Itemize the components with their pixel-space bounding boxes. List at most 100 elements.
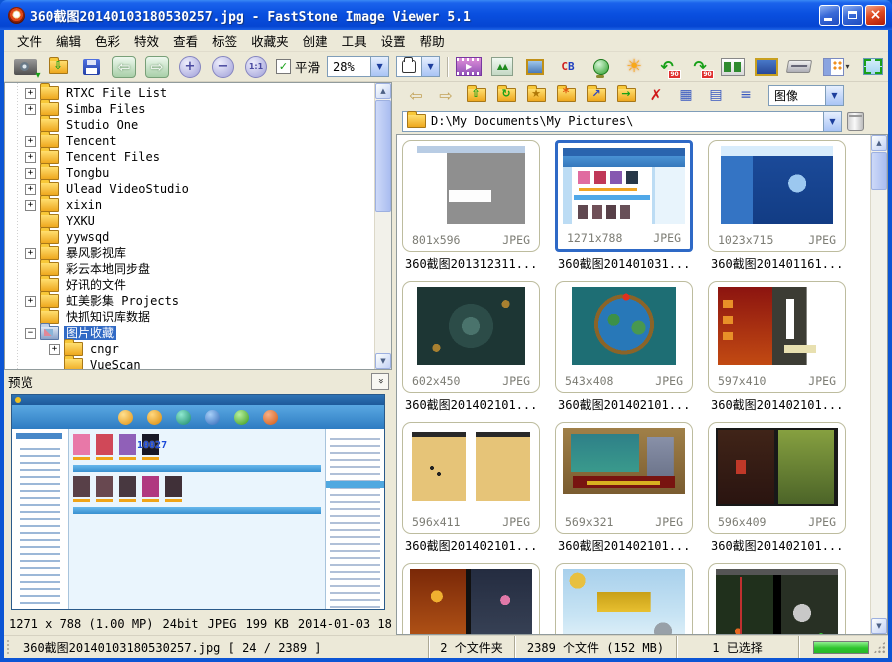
title-bar[interactable]: 360截图20140103180530257.jpg - FastStone I… [0,0,892,30]
thumbnail-caption[interactable]: 360截图201402101... [708,534,861,554]
folder-name[interactable]: 图片收藏 [64,326,116,340]
thumbnail[interactable]: 596x409 JPEG [708,422,846,534]
thumbnail-image[interactable] [716,428,838,506]
delete-button[interactable]: ✗ [644,84,668,106]
back-button[interactable]: ⇦ [404,84,428,106]
tree-item[interactable]: + cngr [5,341,374,357]
thumbnail-image[interactable] [563,148,685,224]
slideshow-button[interactable]: ▶ [456,55,482,79]
chevron-down-icon[interactable]: ▼ [825,86,843,105]
thumbnail-caption[interactable]: 360截图201312311... [402,252,555,272]
zoom-out-button[interactable]: − [210,55,236,79]
open-folder-button[interactable]: ⇩ [45,55,71,79]
actual-size-button[interactable]: 1:1 [243,55,269,79]
thumbnail[interactable] [555,563,693,634]
rotate-right-button[interactable]: ↷90 [687,55,713,79]
thumbnail-image[interactable] [417,146,525,224]
folder-name[interactable]: 暴风影视库 [64,246,128,260]
menu-item[interactable]: 文件 [10,30,49,52]
expand-toggle[interactable]: + [25,136,36,147]
menu-item[interactable]: 工具 [335,30,374,52]
folder-name[interactable]: 彩云本地同步盘 [64,262,152,276]
menu-item[interactable]: 创建 [296,30,335,52]
hand-tool-select[interactable]: ▼ [396,56,440,77]
menu-item[interactable]: 标签 [205,30,244,52]
folder-name[interactable]: YXKU [64,214,97,228]
zoom-in-button[interactable]: + [177,55,203,79]
zoom-level-select[interactable]: 28% ▼ [327,56,389,77]
thumbnail-image[interactable] [410,569,532,634]
thumbnail-image[interactable] [417,287,525,365]
expand-toggle[interactable]: + [49,344,60,355]
thumbnail-image[interactable] [410,428,532,506]
thumbnail[interactable]: 1271x788 JPEG [555,140,693,252]
tree-item[interactable]: + xixin [5,197,374,213]
tree-item[interactable]: + RTXC File List [5,85,374,101]
thumbnail[interactable]: 543x408 JPEG [555,281,693,393]
tree-item[interactable]: VueScan [5,357,374,370]
batch-convert-button[interactable]: CB [555,55,581,79]
folder-name[interactable]: 快抓知识库数据 [64,310,152,324]
file-filter-select[interactable]: 图像 ▼ [768,85,844,106]
recycle-bin-icon[interactable] [847,112,864,131]
thumbnail[interactable]: 602x450 JPEG [402,281,540,393]
scroll-up-icon[interactable]: ▲ [871,135,887,151]
tree-item[interactable]: + Tencent [5,133,374,149]
thumbnail[interactable] [402,563,540,634]
thumbnail-image[interactable] [563,428,685,494]
scrollbar-thumb[interactable] [871,152,887,190]
refresh-button[interactable]: ↻ [494,84,518,106]
smooth-checkbox[interactable]: ✓ 平滑 [276,55,320,79]
expand-toggle[interactable]: + [25,152,36,163]
thumbnail[interactable]: 596x411 JPEG [402,422,540,534]
scroll-down-icon[interactable]: ▼ [375,353,391,369]
thumbnail-image[interactable] [563,569,685,634]
folder-name[interactable]: Tencent Files [64,150,162,164]
scroll-up-icon[interactable]: ▲ [375,83,391,99]
thumbnail[interactable]: 569x321 JPEG [555,422,693,534]
thumbnail-image[interactable] [718,287,836,365]
folder-name[interactable]: Studio One [64,118,140,132]
expand-toggle[interactable]: + [25,88,36,99]
tree-item[interactable]: YXKU [5,213,374,229]
acquire-scanner-button[interactable] [786,55,812,79]
menu-item[interactable]: 色彩 [88,30,127,52]
menu-item[interactable]: 特效 [127,30,166,52]
thumbnail-caption[interactable]: 360截图201402101... [708,393,861,413]
tree-item[interactable]: + Ulead VideoStudio [5,181,374,197]
folder-name[interactable]: Tencent [64,134,119,148]
tree-item[interactable]: − 图片收藏 [5,325,374,341]
checkbox-checked-icon[interactable]: ✓ [276,59,291,74]
folder-name[interactable]: Simba Files [64,102,147,116]
compare-button[interactable] [720,55,746,79]
folder-name[interactable]: Ulead VideoStudio [64,182,191,196]
expand-toggle[interactable]: + [25,248,36,259]
thumbnail[interactable]: 1023x715 JPEG [708,140,846,252]
folder-name[interactable]: xixin [64,198,104,212]
maximize-button[interactable] [842,5,863,26]
folder-name[interactable]: 虹美影集 Projects [64,294,181,308]
menu-item[interactable]: 编辑 [49,30,88,52]
tree-item[interactable]: 好讯的文件 [5,277,374,293]
previous-image-button[interactable]: ⇦ [111,55,137,79]
menu-item[interactable]: 查看 [166,30,205,52]
copy-to-button[interactable]: → [614,84,638,106]
path-combobox[interactable]: D:\My Documents\My Pictures\ ▼ [402,111,842,132]
screen-capture-button[interactable] [753,55,779,79]
thumbnail-caption[interactable]: 360截图201402101... [555,393,708,413]
scrollbar-thumb[interactable] [375,100,391,212]
thumbnail-caption[interactable]: 360截图201401031... [555,252,708,272]
rotate-left-button[interactable]: ↶90 [654,55,680,79]
expand-toggle[interactable]: + [25,296,36,307]
expand-toggle[interactable]: + [25,104,36,115]
tree-item[interactable]: + Simba Files [5,101,374,117]
thumbnail-caption[interactable]: 360截图201402101... [555,534,708,554]
thumbnail[interactable] [708,563,846,634]
up-button[interactable]: ⇧ [464,84,488,106]
thumbnail-scrollbar[interactable]: ▲ ▼ [870,135,887,634]
move-to-button[interactable]: ↗ [584,84,608,106]
detail-view-button[interactable]: ▤ [704,84,728,106]
tree-item[interactable]: 快抓知识库数据 [5,309,374,325]
thumbnail-caption[interactable]: 360截图201402101... [402,393,555,413]
folder-name[interactable]: VueScan [88,358,143,370]
